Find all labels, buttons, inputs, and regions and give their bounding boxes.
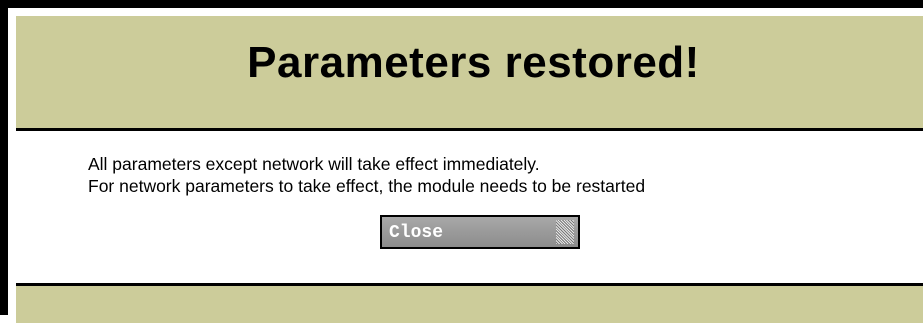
dialog-header: Parameters restored! [16,16,923,131]
dialog-frame: Parameters restored! All parameters exce… [0,0,923,323]
close-button[interactable]: Close [380,215,580,249]
message-line-1: All parameters except network will take … [88,154,540,174]
close-button-label: Close [389,223,444,243]
dialog-body: All parameters except network will take … [16,131,923,283]
message: All parameters except network will take … [88,153,645,197]
message-line-2: For network parameters to take effect, t… [88,176,646,196]
page-title: Parameters restored! [247,38,700,87]
grip-icon [556,220,574,244]
dialog-footer [16,283,923,323]
